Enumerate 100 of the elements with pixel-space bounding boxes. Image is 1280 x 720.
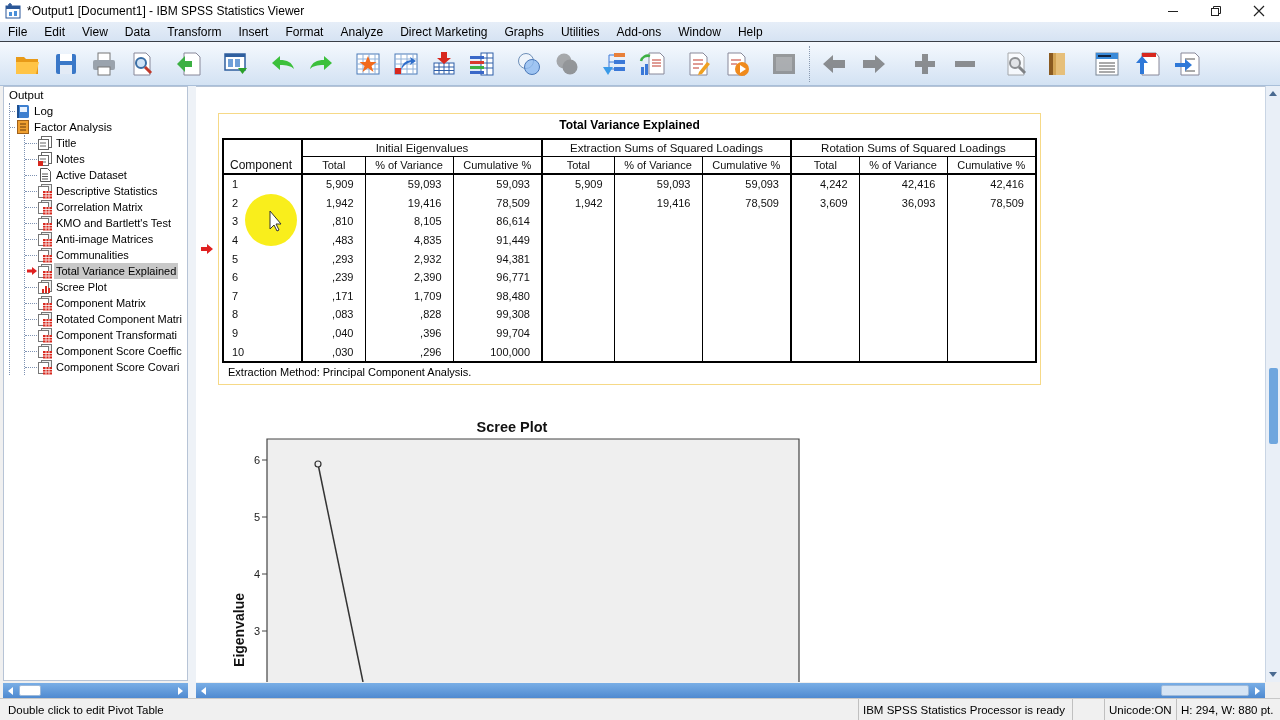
left-arrow-icon[interactable] xyxy=(200,686,208,695)
tree-item[interactable]: Correlation Matrix xyxy=(54,199,145,215)
table-page-icon xyxy=(37,263,53,279)
table-page-icon xyxy=(37,359,53,375)
printer-icon[interactable] xyxy=(90,49,118,78)
horizontal-scrollbar[interactable] xyxy=(196,683,1265,698)
splitter-handle[interactable] xyxy=(188,86,196,698)
table-cell: 19,416 xyxy=(365,193,453,213)
scrollbar-thumb[interactable] xyxy=(19,685,41,696)
horizontal-scrollbar[interactable] xyxy=(3,683,188,698)
tree-item[interactable]: Scree Plot xyxy=(54,279,109,295)
row-label: 9 xyxy=(223,323,302,343)
tree-item[interactable]: Log xyxy=(32,103,56,119)
tree-item[interactable]: Title xyxy=(54,135,79,151)
table-cell: 42,416 xyxy=(859,174,947,194)
column-header: Component xyxy=(223,139,302,174)
menu-item[interactable]: Direct Marketing xyxy=(391,24,496,39)
menu-item[interactable]: Help xyxy=(729,24,772,39)
column-group-header: Initial Eigenvalues xyxy=(302,139,542,157)
table-cell: 78,509 xyxy=(453,193,542,213)
table-cell: 59,093 xyxy=(614,174,702,194)
title-page-icon xyxy=(37,135,53,151)
menu-item[interactable]: Add-ons xyxy=(608,24,670,39)
down-arrow-icon[interactable] xyxy=(1269,670,1277,678)
column-header: Total xyxy=(791,156,859,174)
grid-down-arrow-icon[interactable] xyxy=(430,49,458,78)
tree-item[interactable]: Descriptive Statistics xyxy=(54,183,160,199)
document-icon xyxy=(37,167,53,183)
column-header: % of Variance xyxy=(614,156,702,174)
vertical-scrollbar[interactable] xyxy=(1265,86,1280,682)
restore-icon[interactable] xyxy=(1210,5,1222,17)
notes-page-icon xyxy=(37,151,53,167)
table-cell: 100,000 xyxy=(453,342,542,362)
tree-item[interactable]: Factor Analysis xyxy=(32,119,114,135)
table-cell: ,828 xyxy=(365,305,453,324)
column-header: Total xyxy=(542,156,614,174)
table-cell: ,030 xyxy=(302,342,365,362)
table-page-icon xyxy=(37,215,53,231)
table-page-icon xyxy=(37,343,53,359)
y-tick-label: 4 xyxy=(253,567,260,580)
tree-item[interactable]: Component Score Covari xyxy=(54,359,182,375)
table-cell: 99,308 xyxy=(453,305,542,324)
table-cell: 5,909 xyxy=(542,174,614,194)
table-cell: 59,093 xyxy=(702,174,791,194)
document-bars-icon[interactable] xyxy=(638,49,666,78)
tree-item[interactable]: Component Score Coeffic xyxy=(54,343,184,359)
y-tick-label: 5 xyxy=(253,510,260,523)
right-arrow-icon[interactable] xyxy=(176,686,184,695)
status-size: H: 294, W: 880 pt. xyxy=(1176,699,1280,720)
close-icon[interactable] xyxy=(1253,5,1265,17)
tree-item[interactable]: Component Transformati xyxy=(54,327,180,343)
column-header: Cumulative % xyxy=(947,156,1036,174)
status-unicode: Unicode:ON xyxy=(1104,699,1176,720)
table-cell: 86,614 xyxy=(453,212,542,231)
document-right-arrow-icon[interactable] xyxy=(1173,49,1201,78)
menu-item[interactable]: Window xyxy=(669,24,730,39)
menu-item[interactable]: Analyze xyxy=(331,24,392,39)
table-cell: ,040 xyxy=(302,323,365,343)
tree-item[interactable]: Communalities xyxy=(54,247,131,263)
menu-item[interactable]: File xyxy=(0,24,36,39)
tree-item[interactable]: Component Matrix xyxy=(54,295,148,311)
left-arrow-icon[interactable] xyxy=(7,686,15,695)
scrollbar-thumb[interactable] xyxy=(1268,368,1278,444)
scrollbar-thumb[interactable] xyxy=(1161,685,1249,696)
columns-icon[interactable] xyxy=(468,49,496,78)
menu-item[interactable]: View xyxy=(73,24,117,39)
tree-item[interactable]: Rotated Component Matri xyxy=(54,311,184,327)
right-arrow-icon[interactable] xyxy=(1253,686,1261,695)
menu-item[interactable]: Graphs xyxy=(496,24,553,39)
table-cell: 8,105 xyxy=(365,212,453,231)
up-arrow-icon[interactable] xyxy=(1269,90,1277,98)
status-message: Double click to edit Pivot Table xyxy=(7,702,165,718)
table-cell: ,296 xyxy=(365,342,453,362)
table-cell: ,239 xyxy=(302,267,365,287)
tree-item[interactable]: Output xyxy=(7,87,46,103)
tree-item[interactable]: Active Dataset xyxy=(54,167,129,183)
table-page-icon xyxy=(37,247,53,263)
menu-item[interactable]: Transform xyxy=(158,24,230,39)
table-cell: 1,942 xyxy=(302,193,365,213)
table-page-icon xyxy=(37,311,53,327)
tree-item[interactable]: Anti-image Matrices xyxy=(54,231,156,247)
menu-item[interactable]: Insert xyxy=(229,24,277,39)
document-arrow-icon[interactable] xyxy=(175,49,203,78)
tree-item[interactable]: Total Variance Explained xyxy=(54,263,179,279)
menu-item[interactable]: Data xyxy=(116,24,159,39)
table-cell: 59,093 xyxy=(453,174,542,194)
app-icon xyxy=(5,3,21,19)
menu-item[interactable]: Edit xyxy=(35,24,74,39)
list-window-icon[interactable] xyxy=(1093,49,1121,78)
tree-item[interactable]: Notes xyxy=(54,151,87,167)
column-header: Cumulative % xyxy=(453,156,542,174)
tree-item[interactable]: KMO and Bartlett's Test xyxy=(54,215,173,231)
table-cell: ,293 xyxy=(302,249,365,268)
table-cell: ,810 xyxy=(302,212,365,231)
pivot-table[interactable] xyxy=(218,113,1041,385)
menu-item[interactable]: Utilities xyxy=(552,24,609,39)
cursor-icon xyxy=(245,194,297,246)
y-tick-label: 6 xyxy=(253,453,260,466)
document-up-arrow-icon[interactable] xyxy=(1133,49,1161,78)
menu-item[interactable]: Format xyxy=(276,24,332,39)
